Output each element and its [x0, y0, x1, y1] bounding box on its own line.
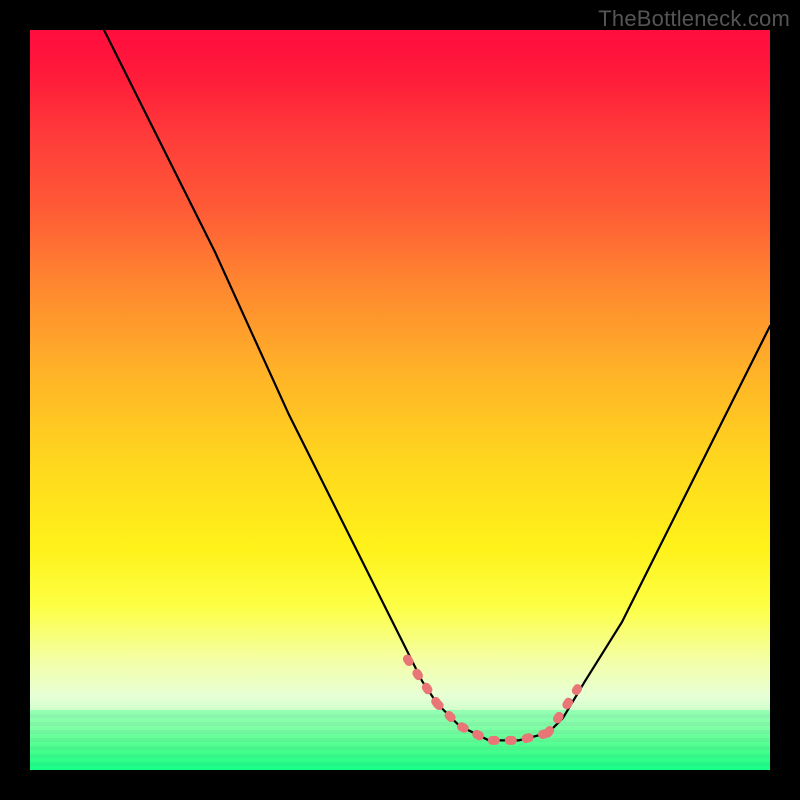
- watermark-text: TheBottleneck.com: [598, 6, 790, 32]
- highlight-right: [548, 689, 578, 733]
- chart-frame: TheBottleneck.com: [0, 0, 800, 800]
- plot-area: [30, 30, 770, 770]
- bottleneck-curve: [104, 30, 770, 740]
- highlight-flat: [437, 703, 548, 740]
- curve-layer: [30, 30, 770, 770]
